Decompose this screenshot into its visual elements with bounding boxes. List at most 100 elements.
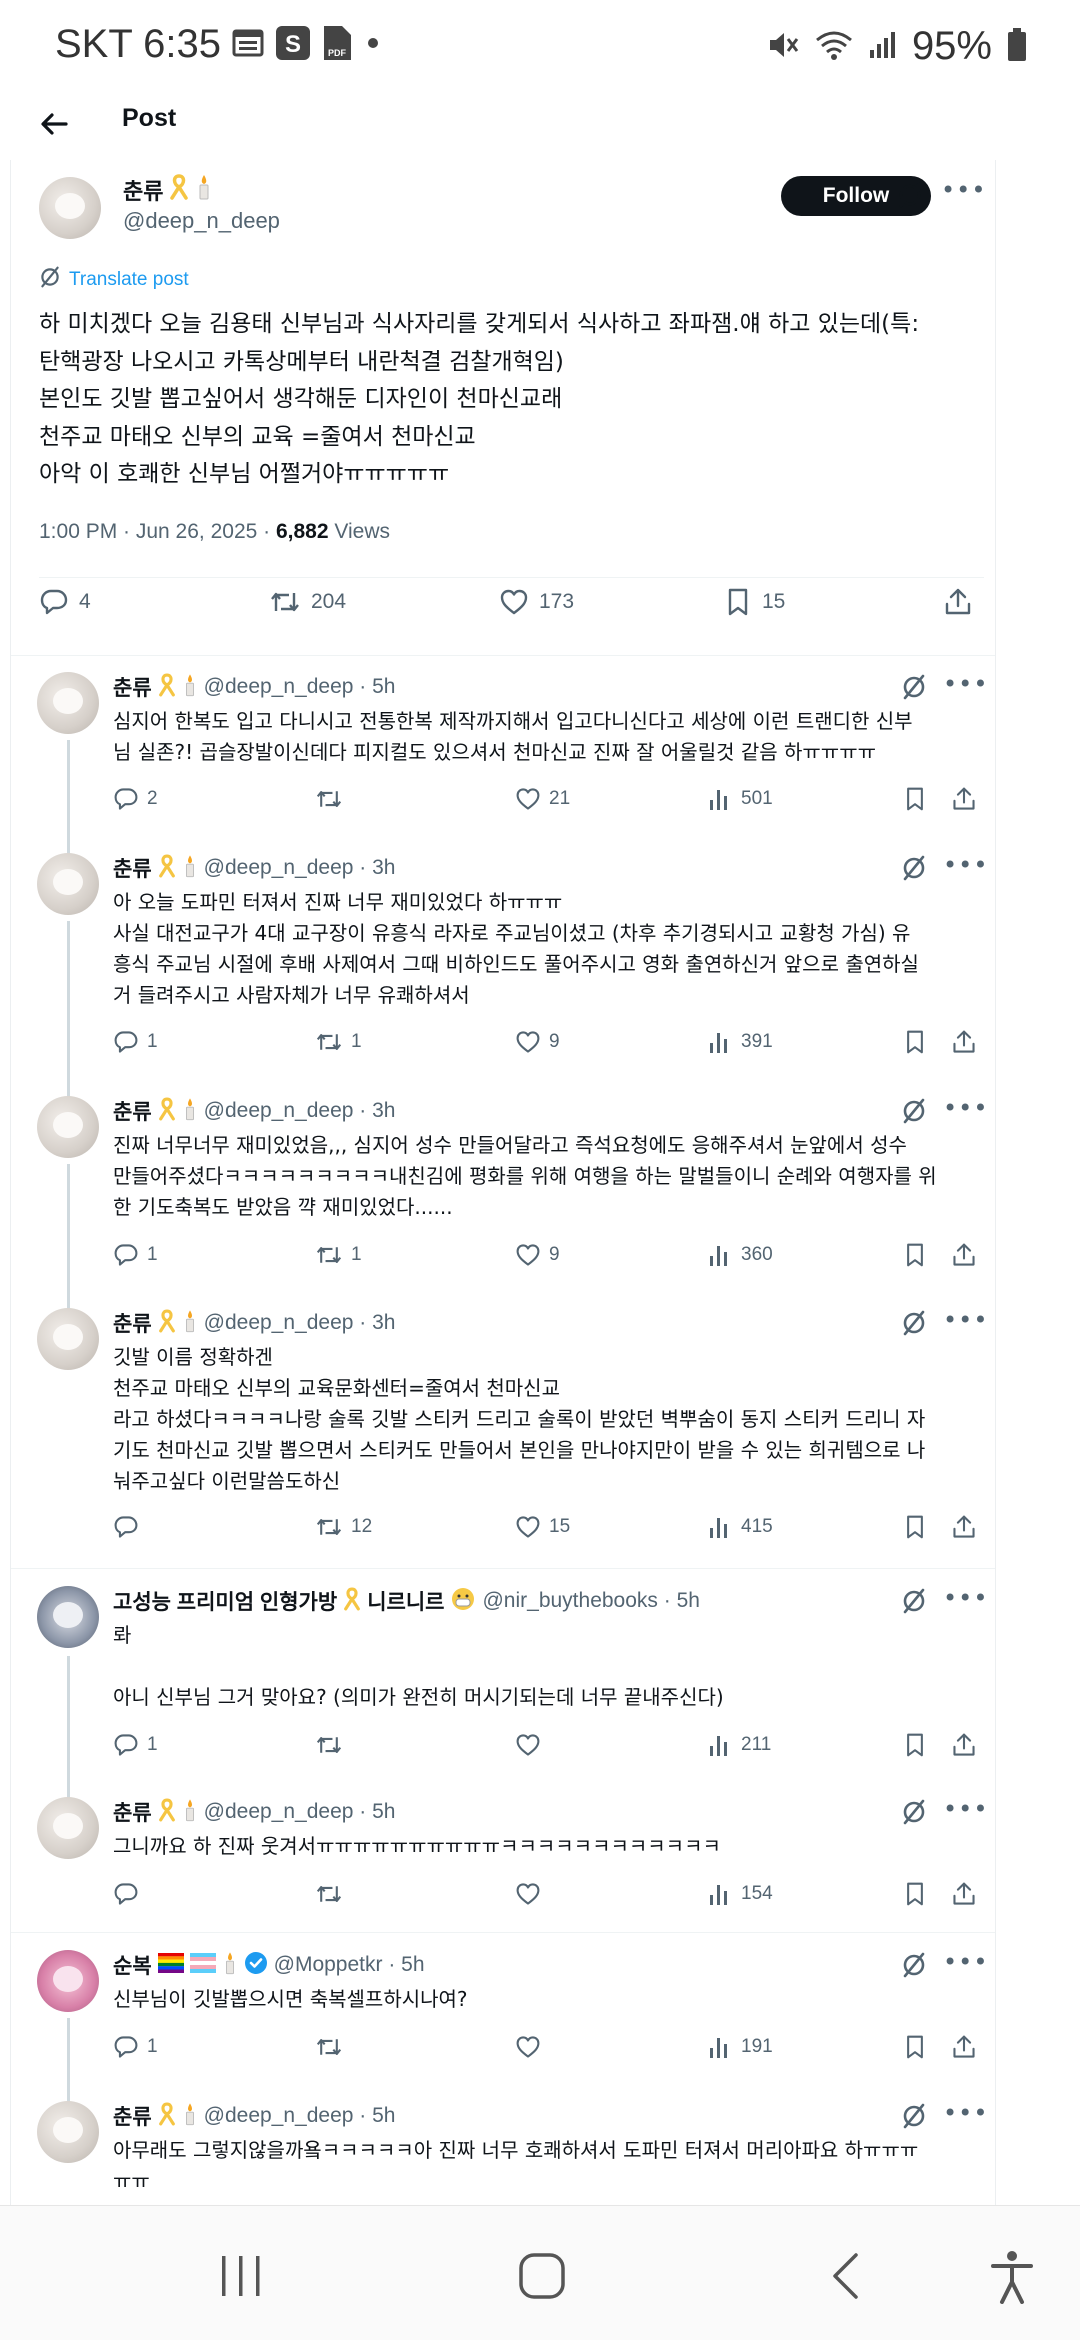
grok-icon[interactable] (901, 1952, 927, 1978)
avatar[interactable] (37, 853, 99, 915)
accessibility-icon[interactable] (990, 2250, 1034, 2308)
reply-button[interactable] (113, 1514, 147, 1540)
views-button[interactable]: 501 (707, 786, 773, 812)
avatar[interactable] (37, 1950, 99, 2012)
author-name-suffix[interactable]: 니르니르 (367, 1586, 444, 1616)
share-button[interactable] (943, 587, 973, 617)
author-handle[interactable]: @nir_buythebooks · 5h (482, 1589, 699, 1613)
avatar[interactable] (37, 2101, 99, 2163)
bookmark-button[interactable] (903, 1029, 927, 1055)
home-icon[interactable] (518, 2252, 566, 2304)
author-name[interactable]: 춘류 (113, 1797, 152, 1827)
reply-post[interactable]: 춘류 @deep_n_deep · 3h ••• 아 오늘 도파민 터져서 진짜… (11, 851, 995, 1111)
like-button[interactable] (515, 1881, 549, 1907)
author-handle[interactable]: @deep_n_deep · 5h (204, 2104, 396, 2128)
author-name[interactable]: 춘류 (113, 853, 152, 883)
repost-button[interactable] (315, 2034, 351, 2060)
back-nav-icon[interactable] (828, 2252, 864, 2304)
views-button[interactable]: 154 (707, 1881, 773, 1907)
recent-apps-icon[interactable] (218, 2254, 264, 2302)
reply-post[interactable]: 춘류 @deep_n_deep · 3h ••• 진짜 너무너무 재미있었음,,… (11, 1094, 995, 1324)
author-handle[interactable]: @deep_n_deep · 5h (204, 675, 396, 699)
more-options-icon[interactable]: ••• (943, 670, 988, 698)
share-button[interactable] (951, 2034, 977, 2060)
bookmark-button[interactable] (903, 1514, 927, 1540)
share-button[interactable] (951, 1514, 977, 1540)
repost-button[interactable]: 1 (315, 1242, 362, 1268)
reply-post[interactable]: 춘류 @deep_n_deep · 5h ••• 그니까요 하 진짜 웃겨서ㅠㅠ… (11, 1795, 995, 1937)
grok-icon[interactable] (901, 2103, 927, 2129)
reply-button[interactable]: 1 (113, 1732, 158, 1758)
bookmark-button[interactable] (903, 1242, 927, 1268)
author-name[interactable]: 춘류 (123, 174, 163, 206)
like-button[interactable]: 173 (499, 587, 574, 617)
like-button[interactable] (515, 1732, 549, 1758)
avatar[interactable] (39, 177, 101, 239)
like-button[interactable]: 9 (515, 1242, 560, 1268)
author-name[interactable]: 순복 (113, 1950, 152, 1980)
repost-button[interactable]: 12 (315, 1514, 372, 1540)
translate-post-link[interactable]: Translate post (39, 266, 189, 294)
author-name[interactable]: 춘류 (113, 1308, 152, 1338)
reply-post[interactable]: 춘류 @deep_n_deep · 3h ••• 깃발 이름 정확하겐 천주교 … (11, 1306, 995, 1579)
repost-button[interactable] (315, 1881, 351, 1907)
repost-button[interactable]: 204 (269, 587, 346, 617)
bookmark-button[interactable] (903, 1881, 927, 1907)
more-options-icon[interactable]: ••• (943, 1795, 988, 1823)
author-handle[interactable]: @deep_n_deep (123, 208, 280, 234)
grok-icon[interactable] (901, 1799, 927, 1825)
reply-button[interactable]: 2 (113, 786, 158, 812)
repost-button[interactable]: 1 (315, 1029, 362, 1055)
share-button[interactable] (951, 1881, 977, 1907)
repost-button[interactable] (315, 786, 351, 812)
reply-post[interactable]: 고성능 프리미엄 인형가방 니르니르 @nir_buythebooks · 5h… (11, 1584, 995, 1826)
author-handle[interactable]: @deep_n_deep · 3h (204, 1311, 396, 1335)
like-button[interactable]: 9 (515, 1029, 560, 1055)
grok-icon[interactable] (901, 855, 927, 881)
more-options-icon[interactable]: ••• (941, 176, 986, 204)
more-options-icon[interactable]: ••• (943, 851, 988, 879)
grok-icon[interactable] (901, 1588, 927, 1614)
avatar[interactable] (37, 1586, 99, 1648)
avatar[interactable] (37, 1308, 99, 1370)
reply-post[interactable]: 순복 @Moppetkr · 5h ••• 신부님이 깃발뽑으시면 축복셀프하시… (11, 1948, 995, 2108)
reply-button[interactable]: 1 (113, 2034, 158, 2060)
share-button[interactable] (951, 1732, 977, 1758)
like-button[interactable]: 15 (515, 1514, 570, 1540)
views-button[interactable]: 360 (707, 1242, 773, 1268)
more-options-icon[interactable]: ••• (943, 2099, 988, 2127)
grok-icon[interactable] (897, 182, 923, 208)
avatar[interactable] (37, 1096, 99, 1158)
back-arrow-icon[interactable] (34, 104, 74, 144)
author-name[interactable]: 고성능 프리미엄 인형가방 (113, 1586, 337, 1616)
author-name[interactable]: 춘류 (113, 1096, 152, 1126)
like-button[interactable]: 21 (515, 786, 570, 812)
reply-button[interactable]: 1 (113, 1029, 158, 1055)
reply-button[interactable]: 1 (113, 1242, 158, 1268)
repost-button[interactable] (315, 1732, 351, 1758)
more-options-icon[interactable]: ••• (943, 1306, 988, 1334)
author-handle[interactable]: @deep_n_deep · 3h (204, 1099, 396, 1123)
views-button[interactable]: 391 (707, 1029, 773, 1055)
author-name[interactable]: 춘류 (113, 2101, 152, 2131)
author-name-row[interactable]: 춘류 (123, 174, 213, 206)
avatar[interactable] (37, 1797, 99, 1859)
views-button[interactable]: 191 (707, 2034, 773, 2060)
reply-post[interactable]: 춘류 @deep_n_deep · 5h ••• 아무래도 그렇지않을까욬ㅋㅋㅋ… (11, 2099, 995, 2205)
grok-icon[interactable] (901, 674, 927, 700)
author-handle[interactable]: @Moppetkr · 5h (274, 1953, 425, 1977)
author-handle[interactable]: @deep_n_deep · 5h (204, 1800, 396, 1824)
bookmark-button[interactable] (903, 786, 927, 812)
more-options-icon[interactable]: ••• (943, 1584, 988, 1612)
bookmark-button[interactable] (903, 1732, 927, 1758)
avatar[interactable] (37, 672, 99, 734)
share-button[interactable] (951, 1029, 977, 1055)
more-options-icon[interactable]: ••• (943, 1948, 988, 1976)
grok-icon[interactable] (901, 1310, 927, 1336)
like-button[interactable] (515, 2034, 549, 2060)
reply-post[interactable]: 춘류 @deep_n_deep · 5h ••• 심지어 한복도 입고 다니시고… (11, 670, 995, 870)
grok-icon[interactable] (901, 1098, 927, 1124)
reply-button[interactable] (113, 1881, 147, 1907)
share-button[interactable] (951, 786, 977, 812)
reply-button[interactable]: 4 (39, 587, 91, 617)
